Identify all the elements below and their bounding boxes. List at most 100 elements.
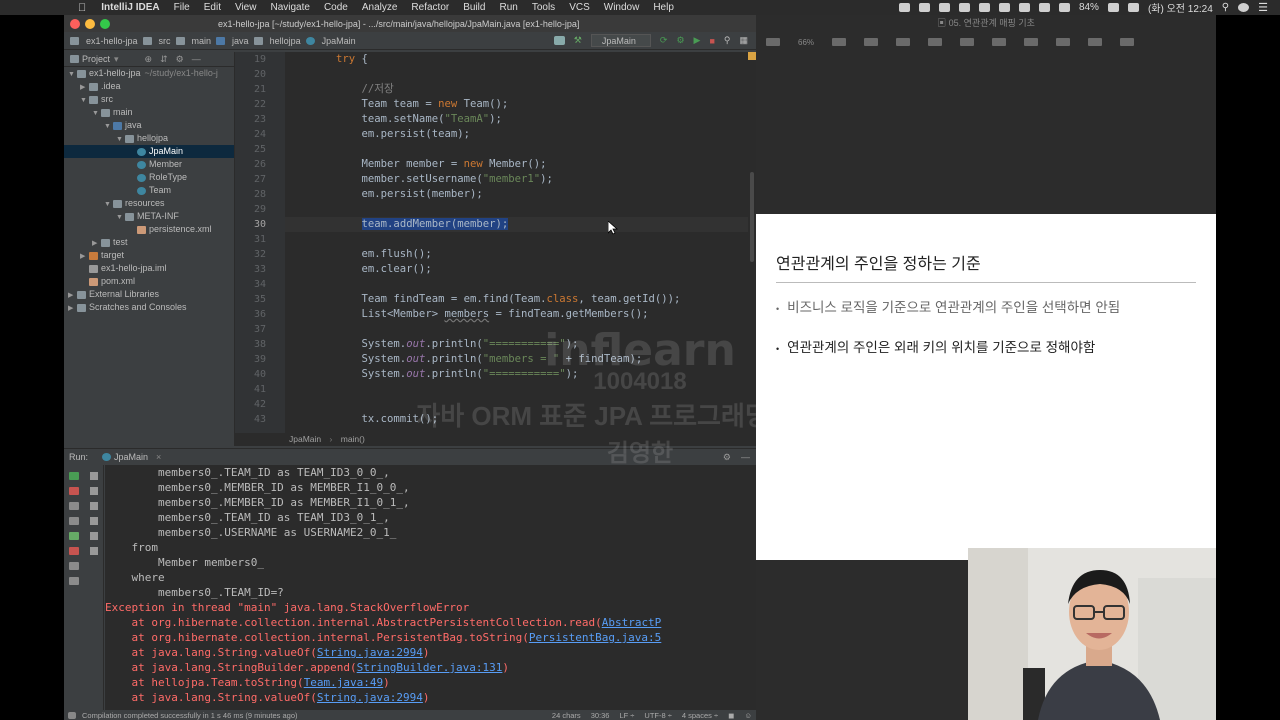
stop-icon[interactable]: ■ xyxy=(709,36,714,46)
chart-icon[interactable] xyxy=(960,38,975,46)
keynote-live-icon[interactable] xyxy=(896,38,911,46)
tree-item[interactable]: ▼ ex1-hello-jpa ~/study/ex1-hello-j xyxy=(64,67,234,80)
spotlight-icon[interactable]: ⚲ xyxy=(1222,2,1229,13)
rerun-icon[interactable]: ⟳ xyxy=(660,35,668,46)
tree-item[interactable]: ▶ test xyxy=(64,236,234,249)
code-line[interactable] xyxy=(285,232,748,247)
menu-analyze[interactable]: Analyze xyxy=(355,2,405,13)
code-line[interactable]: team.addMember(member); xyxy=(285,217,748,232)
menu-tools[interactable]: Tools xyxy=(525,2,562,13)
add-slide-icon[interactable] xyxy=(832,38,847,46)
code-line[interactable]: System.out.println("members = " + findTe… xyxy=(285,352,748,367)
record-icon[interactable] xyxy=(1018,3,1030,12)
refresh-icon[interactable] xyxy=(958,3,970,12)
tree-item[interactable]: ▼ src xyxy=(64,93,234,106)
code-line[interactable]: Member member = new Member(); xyxy=(285,157,748,172)
breadcrumb-class[interactable]: JpaMain xyxy=(289,434,321,444)
code-line[interactable]: System.out.println("==========="); xyxy=(285,337,748,352)
bluetooth-icon[interactable] xyxy=(1038,3,1050,12)
tree-item[interactable]: ▶ target xyxy=(64,249,234,262)
code-editor[interactable]: try { //저장 Team team = new Team(); team.… xyxy=(285,52,748,446)
indent-setting[interactable]: 4 spaces ÷ xyxy=(682,711,718,720)
media-icon[interactable] xyxy=(1056,38,1071,46)
code-line[interactable]: List<Member> members = findTeam.getMembe… xyxy=(285,307,748,322)
text-icon[interactable] xyxy=(992,38,1007,46)
menu-vcs[interactable]: VCS xyxy=(562,2,597,13)
navigate-icon[interactable] xyxy=(553,36,565,45)
code-line[interactable]: System.out.println("==========="); xyxy=(285,367,748,382)
code-line[interactable] xyxy=(285,397,748,412)
clock[interactable]: (화) 오전 12:24 xyxy=(1148,0,1213,15)
notification-center-icon[interactable]: ☰ xyxy=(1258,1,1268,14)
menu-run[interactable]: Run xyxy=(492,2,524,13)
rerun-icon[interactable] xyxy=(69,472,79,480)
code-line[interactable]: em.clear(); xyxy=(285,262,748,277)
stacktrace-link[interactable]: PersistentBag.java:5 xyxy=(529,631,661,644)
play-icon[interactable] xyxy=(864,38,879,46)
breadcrumb-hellojpa[interactable]: hellojpa xyxy=(266,36,306,46)
code-line[interactable] xyxy=(285,322,748,337)
stop-icon[interactable] xyxy=(69,487,79,495)
menu-file[interactable]: File xyxy=(167,2,197,13)
code-line[interactable]: team.setName("TeamA"); xyxy=(285,112,748,127)
menu-edit[interactable]: Edit xyxy=(197,2,228,13)
run-console[interactable]: members0_.TEAM_ID as TEAM_ID3_0_0_, memb… xyxy=(105,465,756,710)
structure-icon[interactable]: ▦ xyxy=(739,35,748,46)
collapse-icon[interactable]: ⇵ xyxy=(160,54,168,65)
breadcrumb-jpamain[interactable]: JpaMain xyxy=(318,36,361,46)
collaborate-icon[interactable] xyxy=(1120,38,1135,46)
stacktrace-link[interactable]: String.java:2994 xyxy=(317,691,423,704)
shape-icon[interactable] xyxy=(1024,38,1039,46)
siri-icon[interactable] xyxy=(1238,3,1250,12)
hide-icon[interactable]: — xyxy=(192,54,201,64)
breadcrumb-main[interactable]: main xyxy=(188,36,217,46)
code-line[interactable]: em.flush(); xyxy=(285,247,748,262)
grammar-icon[interactable] xyxy=(918,3,930,12)
trash-icon[interactable] xyxy=(89,547,98,555)
hide-panel-icon[interactable]: — xyxy=(741,452,750,462)
pin-icon[interactable] xyxy=(69,577,79,585)
file-encoding[interactable]: UTF-8 ÷ xyxy=(644,711,671,720)
run-configuration-select[interactable]: JpaMain xyxy=(590,34,651,47)
tree-item[interactable]: persistence.xml xyxy=(64,223,234,236)
restore-layout-icon[interactable] xyxy=(69,532,79,540)
lock-icon[interactable]: ◼ xyxy=(728,711,734,720)
menu-code[interactable]: Code xyxy=(317,2,355,13)
code-line[interactable] xyxy=(285,67,748,82)
menu-view[interactable]: View xyxy=(228,2,264,13)
gear-icon[interactable]: ⚙ xyxy=(723,452,731,463)
tree-item[interactable]: ▼ hellojpa xyxy=(64,132,234,145)
line-separator[interactable]: LF ÷ xyxy=(619,711,634,720)
comment-icon[interactable] xyxy=(1088,38,1103,46)
code-line[interactable]: member.setUsername("member1"); xyxy=(285,172,748,187)
code-line[interactable] xyxy=(285,142,748,157)
project-view-selector[interactable]: Project xyxy=(82,54,110,64)
tree-item[interactable]: RoleType xyxy=(64,171,234,184)
close-tab-icon[interactable]: × xyxy=(156,452,161,462)
tree-item[interactable]: ▼ main xyxy=(64,106,234,119)
menu-navigate[interactable]: Navigate xyxy=(263,2,316,13)
stacktrace-link[interactable]: StringBuilder.java:131 xyxy=(357,661,503,674)
maximize-window-button[interactable] xyxy=(100,18,110,29)
tree-item[interactable]: ▼ java xyxy=(64,119,234,132)
exit-icon[interactable] xyxy=(69,547,79,555)
breadcrumb-java[interactable]: java xyxy=(228,36,254,46)
notes-icon[interactable] xyxy=(898,3,910,12)
chevron-down-icon[interactable]: ▾ xyxy=(114,54,119,65)
settings-icon[interactable] xyxy=(69,562,79,570)
status-message[interactable]: Compilation completed successfully in 1 … xyxy=(82,711,298,720)
tree-item[interactable]: Team xyxy=(64,184,234,197)
stacktrace-link[interactable]: AbstractP xyxy=(602,616,662,629)
code-line[interactable]: //저장 xyxy=(285,82,748,97)
menu-refactor[interactable]: Refactor xyxy=(404,2,456,13)
code-line[interactable]: try { xyxy=(285,52,748,67)
stacktrace-link[interactable]: Team.java:49 xyxy=(304,676,383,689)
code-line[interactable] xyxy=(285,382,748,397)
zoom-select[interactable]: 66% xyxy=(798,38,814,47)
minimize-window-button[interactable] xyxy=(85,18,95,29)
tree-item[interactable]: JpaMain xyxy=(64,145,234,158)
tree-item[interactable]: Member xyxy=(64,158,234,171)
code-line[interactable]: Team findTeam = em.find(Team.class, team… xyxy=(285,292,748,307)
cloud-icon[interactable] xyxy=(998,3,1010,12)
menu-build[interactable]: Build xyxy=(456,2,492,13)
